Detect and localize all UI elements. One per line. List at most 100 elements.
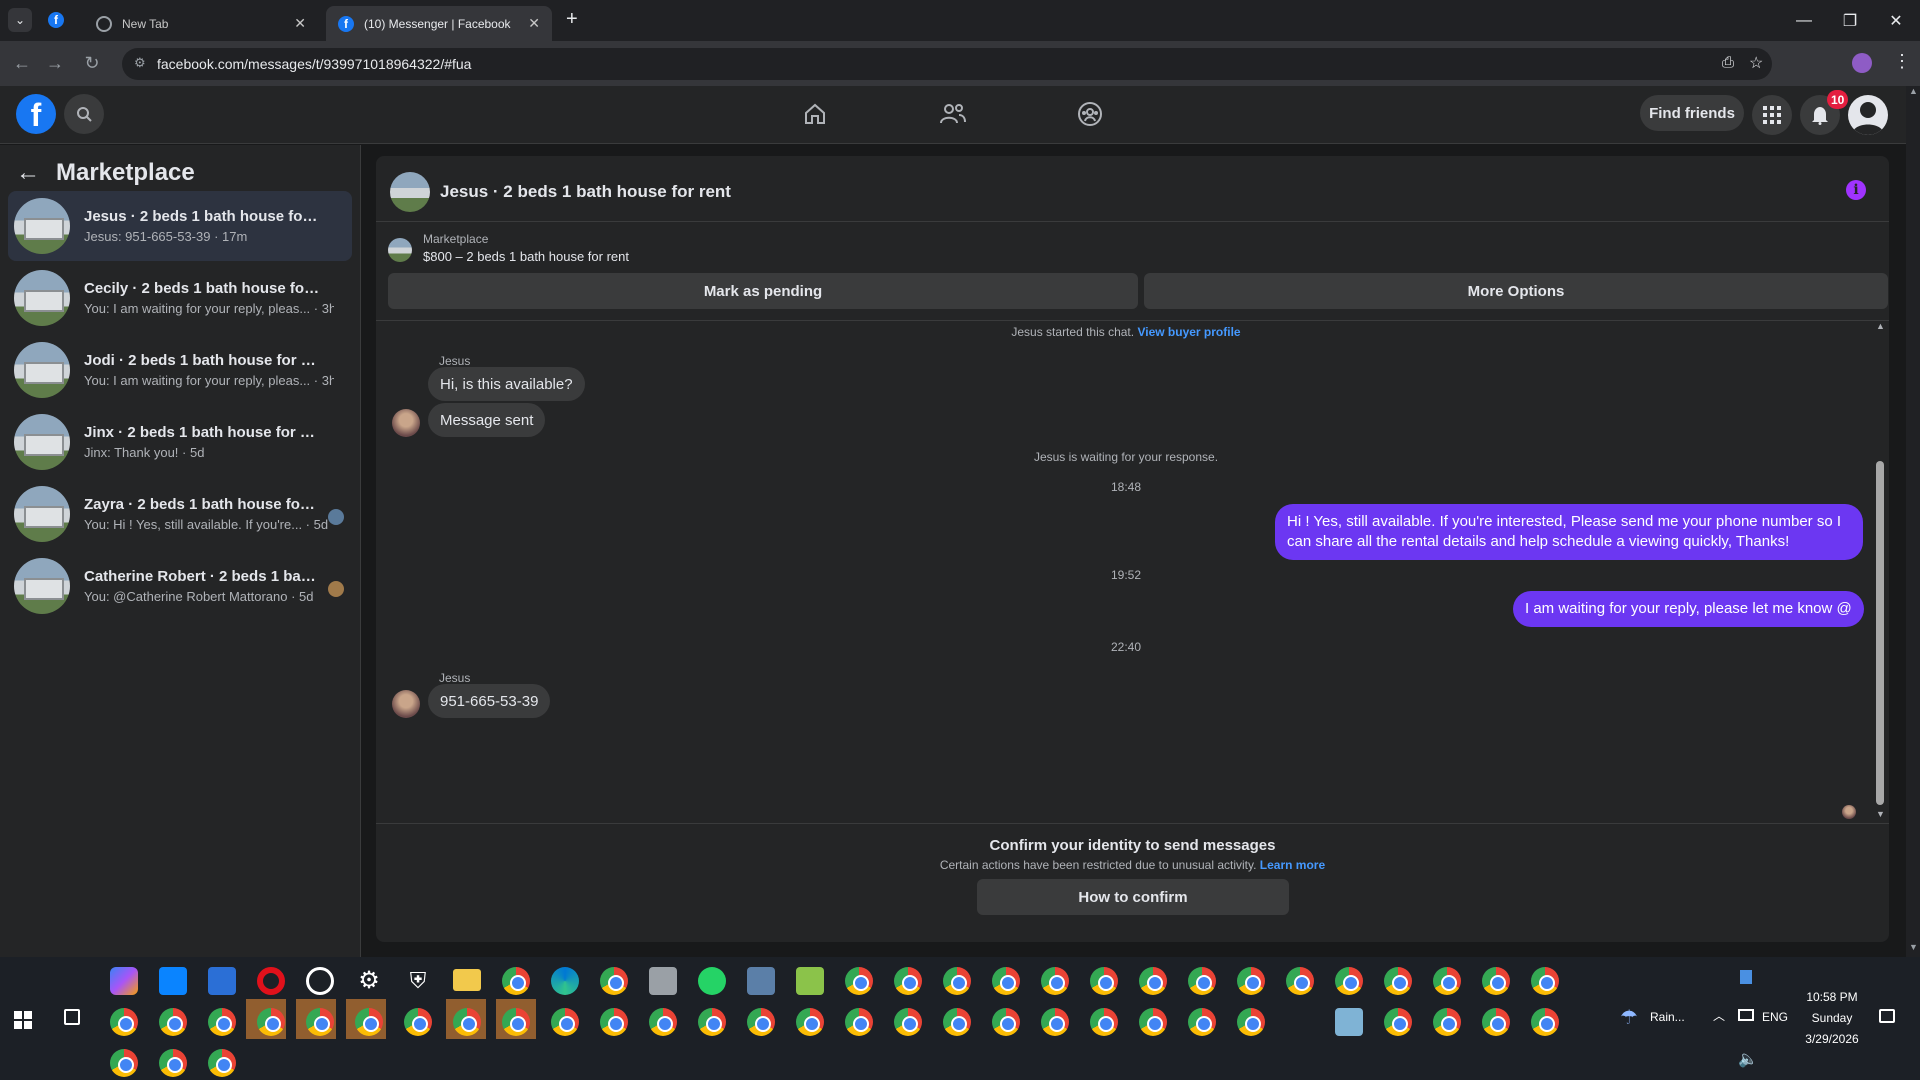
chrome-profile-icon[interactable] [649, 1008, 677, 1036]
account-avatar[interactable] [1848, 95, 1888, 135]
site-info-icon[interactable]: ⚙ [134, 55, 146, 71]
chrome-profile-icon[interactable] [747, 1008, 775, 1036]
clock-time[interactable]: 10:58 PM [1800, 990, 1864, 1004]
chat-listing-thumbnail[interactable] [390, 172, 430, 212]
chrome-profile-icon[interactable] [159, 1049, 187, 1077]
chrome-profile-icon[interactable] [257, 1008, 285, 1036]
sender-avatar[interactable] [392, 690, 420, 718]
minimize-icon[interactable]: — [1781, 0, 1827, 41]
restore-icon[interactable]: ❐ [1827, 0, 1873, 41]
back-icon[interactable]: ← [10, 51, 34, 75]
chrome-profile-icon[interactable] [845, 1008, 873, 1036]
chrome-profile-icon[interactable] [110, 1008, 138, 1036]
chrome-profile-icon[interactable] [453, 1008, 481, 1036]
chrome-profile-icon[interactable] [894, 967, 922, 995]
copilot-icon[interactable] [110, 967, 138, 995]
chat-scrollbar-thumb[interactable] [1876, 461, 1884, 805]
chrome-profile-icon[interactable] [992, 967, 1020, 995]
conversation-item[interactable]: Jinx · 2 beds 1 bath house for rent Jinx… [8, 407, 352, 477]
chrome-profile-icon[interactable] [110, 1049, 138, 1077]
menu-button[interactable] [1752, 95, 1792, 135]
chrome-profile-icon[interactable] [1482, 1008, 1510, 1036]
page-scrollbar[interactable]: ▲ ▼ [1906, 86, 1920, 957]
friends-nav[interactable] [933, 96, 973, 132]
notification-center-icon[interactable] [1879, 1009, 1895, 1023]
chrome-profile-icon[interactable] [159, 1008, 187, 1036]
chrome-profile-icon[interactable] [992, 1008, 1020, 1036]
tray-app-icon[interactable] [1740, 970, 1752, 984]
weather-text[interactable]: Rain... [1650, 1010, 1685, 1024]
chrome-profile-icon[interactable] [1139, 1008, 1167, 1036]
mark-as-pending-button[interactable]: Mark as pending [388, 273, 1138, 309]
chrome-profile-icon[interactable] [1433, 1008, 1461, 1036]
chrome-profile-icon[interactable] [1531, 1008, 1559, 1036]
chrome-profile-icon[interactable] [1041, 967, 1069, 995]
chrome-profile-icon[interactable] [894, 1008, 922, 1036]
sender-avatar[interactable] [392, 409, 420, 437]
edge-icon[interactable] [551, 967, 579, 995]
close-tab-icon[interactable]: ✕ [294, 15, 306, 32]
conversation-item[interactable]: Jodi · 2 beds 1 bath house for rent You:… [8, 335, 352, 405]
forward-icon[interactable]: → [43, 51, 67, 75]
chrome-profile-icon[interactable] [1237, 967, 1265, 995]
conversation-item[interactable]: Cecily · 2 beds 1 bath house for rent Yo… [8, 263, 352, 333]
chrome-profile-icon[interactable] [1531, 967, 1559, 995]
chrome-menu-icon[interactable]: ⋮ [1893, 51, 1911, 72]
chrome-profile-icon[interactable] [1286, 967, 1314, 995]
search-button[interactable] [64, 94, 104, 134]
settings-gear-icon[interactable]: ⚙ [355, 967, 383, 995]
conversation-item[interactable]: Zayra · 2 beds 1 bath house for r... You… [8, 479, 352, 549]
volume-icon[interactable]: 🔈 [1738, 1049, 1758, 1069]
chrome-profile-icon[interactable] [600, 967, 628, 995]
chrome-profile-icon[interactable] [1384, 1008, 1412, 1036]
app-icon[interactable] [208, 967, 236, 995]
chrome-profile-icon[interactable] [600, 1008, 628, 1036]
chrome-profile-icon[interactable] [502, 1008, 530, 1036]
tab-search-icon[interactable]: ⌄ [8, 8, 32, 32]
address-bar[interactable]: ⚙ facebook.com/messages/t/93997101896432… [122, 48, 1772, 80]
facebook-logo[interactable]: f [16, 94, 56, 134]
network-icon[interactable] [1738, 1009, 1754, 1021]
outgoing-message[interactable]: Hi ! Yes, still available. If you're int… [1275, 504, 1863, 560]
windows-start-icon[interactable] [14, 1011, 32, 1029]
scroll-up-arrow-icon[interactable]: ▲ [1909, 86, 1918, 96]
chrome-profile-icon[interactable] [551, 1008, 579, 1036]
chrome-profile-icon[interactable] [1090, 1008, 1118, 1036]
app-icon[interactable] [747, 967, 775, 995]
more-options-button[interactable]: More Options [1144, 273, 1888, 309]
scroll-down-arrow-icon[interactable]: ▼ [1909, 942, 1918, 952]
find-friends-button[interactable]: Find friends [1640, 95, 1744, 131]
chrome-profile-icon[interactable] [355, 1008, 383, 1036]
chrome-profile-icon[interactable] [1482, 967, 1510, 995]
chrome-profile-icon[interactable] [1090, 967, 1118, 995]
chrome-profile-icon[interactable] [1335, 967, 1363, 995]
close-tab-icon[interactable]: ✕ [528, 15, 540, 32]
task-view-icon[interactable] [64, 1009, 80, 1025]
chrome-profile-icon[interactable] [208, 1008, 236, 1036]
chrome-profile-icon[interactable] [1237, 1008, 1265, 1036]
chrome-profile-icon[interactable] [404, 1008, 432, 1036]
new-tab-icon[interactable]: + [566, 8, 578, 31]
info-icon[interactable]: i [1846, 180, 1866, 200]
chrome-profile-icon[interactable] [306, 1008, 334, 1036]
weather-umbrella-icon[interactable]: ☂ [1620, 1005, 1638, 1030]
chrome-profile-icon[interactable] [1041, 1008, 1069, 1036]
clock-date[interactable]: 3/29/2026 [1800, 1032, 1864, 1046]
opera-icon[interactable] [257, 967, 285, 995]
scroll-up-arrow-icon[interactable]: ▲ [1876, 321, 1885, 331]
chrome-profile-icon[interactable] [943, 1008, 971, 1036]
bookmark-star-icon[interactable]: ☆ [1749, 53, 1763, 73]
chrome-profile-icon[interactable] [208, 1049, 236, 1077]
chatgpt-icon[interactable] [306, 967, 334, 995]
chrome-icon[interactable] [502, 967, 530, 995]
chrome-profile-icon[interactable] [1188, 1008, 1216, 1036]
chrome-profile-icon[interactable] [1384, 967, 1412, 995]
view-buyer-profile-link[interactable]: View buyer profile [1137, 325, 1240, 339]
groups-nav[interactable] [1070, 96, 1110, 132]
chrome-profile-icon[interactable] [943, 967, 971, 995]
chrome-profile-icon[interactable] [698, 1008, 726, 1036]
clock-day[interactable]: Sunday [1800, 1011, 1864, 1025]
close-window-icon[interactable]: ✕ [1873, 0, 1919, 41]
incoming-message[interactable]: Message sent [428, 403, 546, 437]
tab-messenger[interactable]: f (10) Messenger | Facebook ✕ [326, 6, 552, 41]
